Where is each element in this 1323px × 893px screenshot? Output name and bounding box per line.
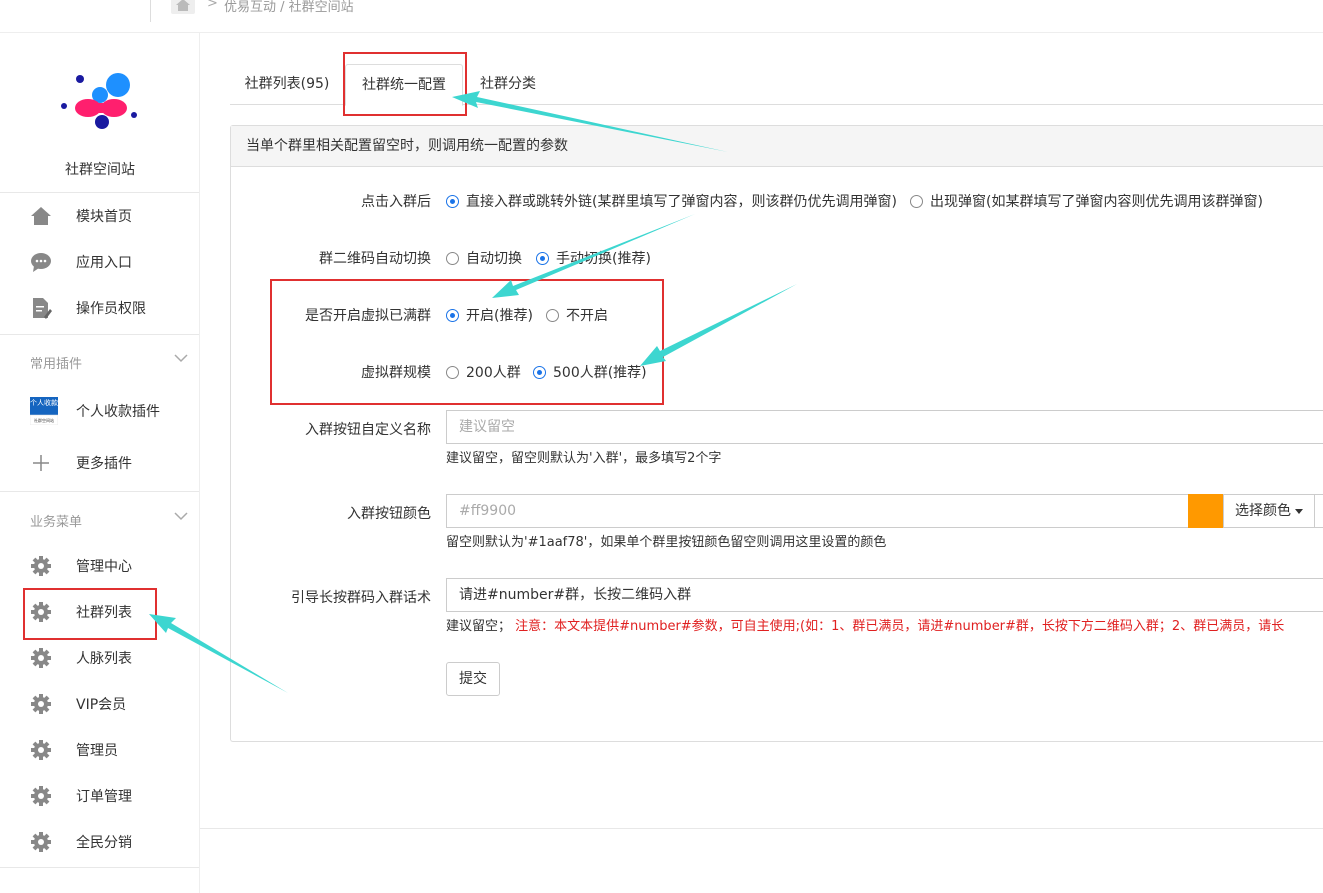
choose-color-button[interactable]: 选择颜色	[1223, 494, 1315, 528]
qr-switch-label: 群二维码自动切换	[319, 251, 431, 267]
radio-checked-icon	[536, 251, 549, 265]
qr-switch-manual-radio[interactable]: 手动切换(推荐)	[536, 248, 651, 268]
sidebar-item-order-management[interactable]: 订单管理	[0, 776, 199, 816]
annotation-box-tab	[343, 52, 467, 116]
guide-text-label: 引导长按群码入群话术	[291, 590, 431, 606]
radio-unchecked-icon	[910, 194, 923, 208]
svg-text:个人收款: 个人收款	[30, 398, 58, 407]
footer-divider	[200, 828, 1323, 829]
breadcrumb-separator: >	[207, 0, 218, 11]
sidebar-item-contacts-list[interactable]: 人脉列表	[0, 638, 199, 678]
chevron-down-icon[interactable]	[174, 511, 188, 521]
document-edit-icon	[33, 298, 52, 319]
click-join-popup-radio[interactable]: 出现弹窗(如某群填写了弹窗内容则优先调用该群弹窗)	[910, 191, 1263, 211]
button-name-label: 入群按钮自定义名称	[305, 422, 431, 438]
button-name-help: 建议留空，留空则默认为'入群'，最多填写2个字	[446, 451, 722, 466]
sidebar-item-label: 管理员	[76, 743, 118, 759]
gear-icon	[31, 740, 51, 760]
color-swatch[interactable]	[1188, 494, 1223, 528]
sidebar-item-home[interactable]: 模块首页	[0, 196, 199, 236]
button-color-label: 入群按钮颜色	[347, 506, 431, 522]
sidebar-item-label: 应用入口	[76, 255, 132, 271]
gear-icon	[31, 694, 51, 714]
sidebar-item-administrators[interactable]: 管理员	[0, 730, 199, 770]
annotation-box-sidebar-item	[23, 588, 157, 640]
sidebar-item-operator-permissions[interactable]: 操作员权限	[0, 288, 199, 328]
sidebar-item-label: 订单管理	[76, 789, 132, 805]
divider	[0, 192, 199, 193]
group-title-common-plugins: 常用插件	[30, 357, 83, 372]
annotation-box-virtual-settings	[270, 279, 664, 405]
gear-icon	[31, 648, 51, 668]
divider	[0, 334, 199, 335]
sidebar-item-label: 全民分销	[76, 835, 132, 851]
group-title-business-menu: 业务菜单	[30, 515, 83, 530]
button-color-help: 留空则默认为'#1aaf78'，如果单个群里按钮颜色留空则调用这里设置的颜色	[446, 535, 887, 550]
gear-icon	[31, 832, 51, 852]
svg-text:社群空间站: 社群空间站	[34, 417, 54, 423]
top-bar: > 优易互动 / 社群空间站	[0, 0, 1323, 33]
submit-button[interactable]: 提交	[446, 662, 500, 696]
click-join-direct-radio[interactable]: 直接入群或跳转外链(某群里填写了弹窗内容，则该群仍优先调用弹窗)	[446, 191, 897, 211]
click-join-label: 点击入群后	[361, 194, 431, 210]
tab-community-list[interactable]: 社群列表(95)	[230, 64, 344, 105]
sidebar: 社群空间站 模块首页 应用入口 操作员权限 常用插件 个人收款 社群空间站 个人…	[0, 33, 200, 893]
button-color-input[interactable]: #ff9900	[446, 494, 1188, 528]
qr-switch-auto-radio[interactable]: 自动切换	[446, 248, 522, 268]
divider	[150, 0, 151, 22]
sidebar-item-label: 更多插件	[76, 456, 132, 472]
home-icon[interactable]	[171, 0, 195, 14]
gear-icon	[31, 556, 51, 576]
sidebar-item-vip-members[interactable]: VIP会员	[0, 684, 199, 724]
guide-text-input[interactable]: 请进#number#群，长按二维码入群	[446, 578, 1323, 612]
sidebar-item-payment-plugin[interactable]: 个人收款 社群空间站 个人收款插件	[0, 391, 199, 431]
radio-unchecked-icon	[446, 251, 459, 265]
sidebar-item-app-entry[interactable]: 应用入口	[0, 242, 199, 282]
home-icon	[31, 207, 51, 225]
sidebar-item-label: 模块首页	[76, 209, 132, 225]
sidebar-item-label: 管理中心	[76, 559, 132, 575]
caret-down-icon	[1295, 508, 1303, 514]
input-edge	[1315, 494, 1323, 528]
button-name-input[interactable]: 建议留空	[446, 410, 1323, 444]
sidebar-item-label: 个人收款插件	[76, 404, 160, 420]
divider	[0, 867, 199, 868]
sidebar-item-label: VIP会员	[76, 697, 127, 713]
breadcrumb[interactable]: 优易互动 / 社群空间站	[224, 0, 354, 15]
chat-bubble-icon	[31, 253, 51, 272]
panel-header: 当单个群里相关配置留空时，则调用统一配置的参数	[231, 126, 1323, 167]
sidebar-item-more-plugins[interactable]: 更多插件	[0, 443, 199, 483]
sidebar-item-label: 人脉列表	[76, 651, 132, 667]
chevron-down-icon[interactable]	[174, 353, 188, 363]
divider	[0, 491, 199, 492]
sidebar-item-management-center[interactable]: 管理中心	[0, 546, 199, 586]
plus-icon	[33, 455, 49, 471]
logo-icon	[61, 73, 137, 129]
site-name: 社群空间站	[65, 162, 135, 178]
tab-community-category[interactable]: 社群分类	[465, 64, 551, 105]
radio-checked-icon	[446, 194, 459, 208]
guide-text-help: 建议留空； 注意：本文本提供#number#参数，可自主使用;(如：1、群已满员…	[446, 619, 1285, 634]
gear-icon	[31, 786, 51, 806]
payment-plugin-icon: 个人收款 社群空间站	[30, 397, 58, 425]
sidebar-item-distribution[interactable]: 全民分销	[0, 822, 199, 862]
sidebar-item-label: 操作员权限	[76, 301, 146, 317]
